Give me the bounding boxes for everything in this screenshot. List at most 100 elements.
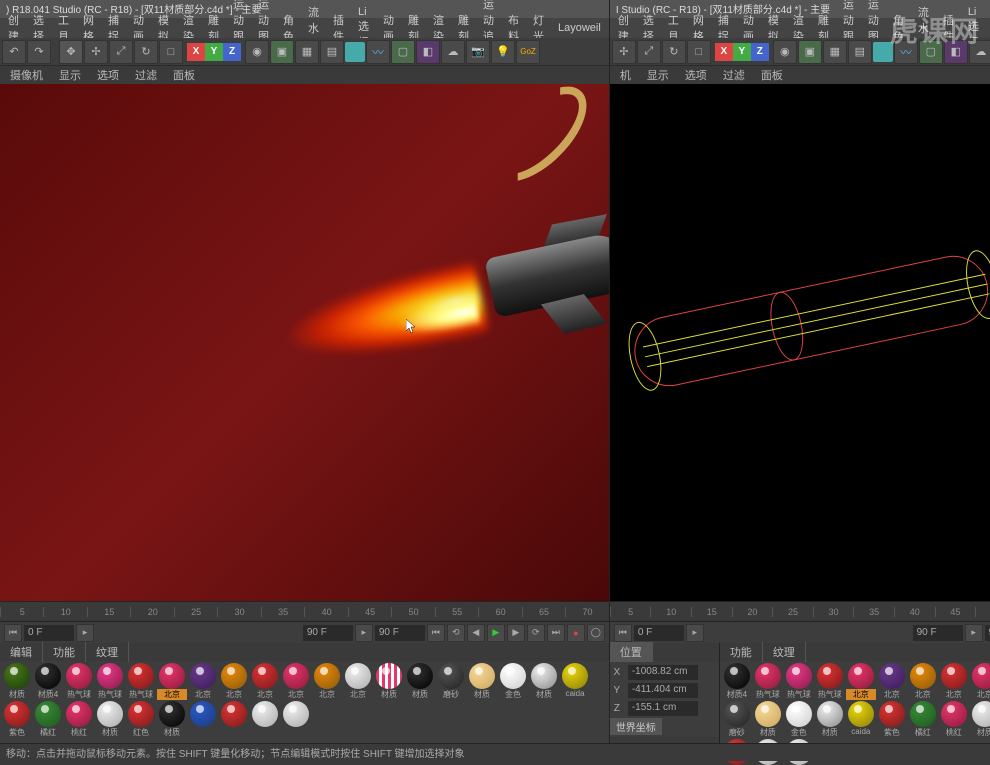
end-frame-field[interactable]: 90 F [303,625,353,641]
render-queue-button-r[interactable]: ▤ [848,40,872,64]
tab-function[interactable]: 功能 [43,642,86,662]
axis-x-toggle-r[interactable]: X [715,43,733,61]
material-item[interactable]: 材质4 [33,663,63,700]
material-item[interactable]: 材质 [405,663,435,700]
material-item[interactable]: 北京 [970,663,990,700]
first-frame-button[interactable]: ⏮ [427,624,445,642]
light-button[interactable]: 💡 [491,40,515,64]
right-viewport[interactable] [610,84,990,601]
submenu-item[interactable]: 摄像机 [4,67,49,83]
primitive-cube-button[interactable] [345,42,365,62]
move-tool[interactable]: ✢ [84,40,108,64]
rotate-tool[interactable]: ↻ [134,40,158,64]
coord-z-field[interactable]: -155.1 cm [628,701,698,716]
recent-tool[interactable]: □ [159,40,183,64]
render-queue-button[interactable]: ▤ [320,40,344,64]
material-item[interactable]: 材质 [2,663,32,700]
camera-button[interactable]: 📷 [466,40,490,64]
material-item[interactable]: 北京 [157,663,187,700]
last-frame-button[interactable]: ⏭ [547,624,565,642]
play-button[interactable]: ▶ [487,624,505,642]
material-item[interactable]: 材质 [95,701,125,738]
material-item[interactable]: 材质 [753,701,783,738]
scale-tool-r[interactable]: ⤢ [637,40,661,64]
material-item[interactable]: 北京 [939,663,969,700]
deformer-button[interactable]: ◧ [416,40,440,64]
tab-function-r[interactable]: 功能 [720,642,763,662]
move-tool-r[interactable]: ✢ [612,40,636,64]
autokey-button[interactable]: ◯ [587,624,605,642]
render-settings-button[interactable]: ▦ [295,40,319,64]
start-frame-field-r[interactable]: 0 F [634,625,684,641]
axis-y-toggle-r[interactable]: Y [733,43,751,61]
material-item[interactable]: 北京 [312,663,342,700]
material-item[interactable]: caida [846,701,876,738]
material-item[interactable]: 热气球 [753,663,783,700]
scale-tool[interactable]: ⤢ [109,40,133,64]
material-item[interactable]: 北京 [250,663,280,700]
material-item[interactable]: 磨砂 [722,701,752,738]
next-frame-button[interactable]: ▶ [507,624,525,642]
axis-y-toggle[interactable]: Y [205,43,223,61]
material-item[interactable]: 材质 [374,663,404,700]
material-item[interactable]: 材质 [970,701,990,738]
material-item[interactable]: 橘红 [908,701,938,738]
material-item[interactable]: 北京 [877,663,907,700]
material-item[interactable]: 北京 [188,663,218,700]
undo-button[interactable]: ↶ [2,40,26,64]
material-item[interactable]: 热气球 [815,663,845,700]
material-item[interactable]: 橘红 [33,701,63,738]
left-timeline[interactable]: 510152025303540455055606570 [0,601,609,621]
submenu-item[interactable]: 面板 [167,67,201,83]
goz-button[interactable]: GoZ [516,40,540,64]
coord-system-button[interactable]: ◉ [245,40,269,64]
current-frame-field[interactable]: 90 F [375,625,425,641]
material-item[interactable]: 紫色 [877,701,907,738]
start-frame-field[interactable]: 0 F [24,625,74,641]
material-item[interactable]: 紫色 [2,701,32,738]
environment-button[interactable]: ☁ [441,40,465,64]
goto-end-button-r[interactable]: ▸ [965,624,983,642]
goto-start-button-r[interactable]: ⏮ [614,624,632,642]
generator-button[interactable]: ▢ [391,40,415,64]
end-frame-field-r[interactable]: 90 F [913,625,963,641]
left-viewport[interactable] [0,84,609,601]
range-end-button[interactable]: ▸ [76,624,94,642]
material-item[interactable]: 热气球 [64,663,94,700]
coord-system-button-r[interactable]: ◉ [773,40,797,64]
material-item[interactable] [250,701,280,738]
material-item[interactable]: 金色 [784,701,814,738]
axis-z-toggle-r[interactable]: Z [751,43,769,61]
record-button[interactable]: ● [567,624,585,642]
coord-x-field[interactable]: -1008.82 cm [628,665,698,680]
menu-item[interactable]: Layoweil [552,20,607,36]
material-item[interactable] [281,701,311,738]
material-item[interactable]: 北京 [281,663,311,700]
prev-key-button[interactable]: ⟲ [447,624,465,642]
tab-edit[interactable]: 编辑 [0,642,43,662]
submenu-item[interactable]: 机 [614,67,637,83]
goto-start-button[interactable]: ⏮ [4,624,22,642]
render-view-button-r[interactable]: ▣ [798,40,822,64]
range-end-button-r[interactable]: ▸ [686,624,704,642]
material-item[interactable]: 热气球 [784,663,814,700]
tab-position[interactable]: 位置 [610,642,653,662]
material-item[interactable]: 北京 [846,663,876,700]
submenu-item[interactable]: 面板 [755,67,789,83]
material-item[interactable]: 北京 [908,663,938,700]
spline-button[interactable]: 〰 [366,40,390,64]
redo-button[interactable]: ↷ [27,40,51,64]
submenu-item[interactable]: 显示 [641,67,675,83]
material-item[interactable]: 材质 [815,701,845,738]
world-coord-button[interactable]: 世界坐标 [610,718,662,735]
material-item[interactable]: 材质 [467,663,497,700]
coord-y-field[interactable]: -411.404 cm [628,683,698,698]
recent-tool-r[interactable]: □ [687,40,711,64]
goto-end-button[interactable]: ▸ [355,624,373,642]
material-item[interactable] [219,701,249,738]
axis-x-toggle[interactable]: X [187,43,205,61]
material-item[interactable]: caida [560,663,590,700]
prev-frame-button[interactable]: ◀ [467,624,485,642]
select-tool[interactable]: ✥ [59,40,83,64]
tab-texture-r[interactable]: 纹理 [763,642,806,662]
